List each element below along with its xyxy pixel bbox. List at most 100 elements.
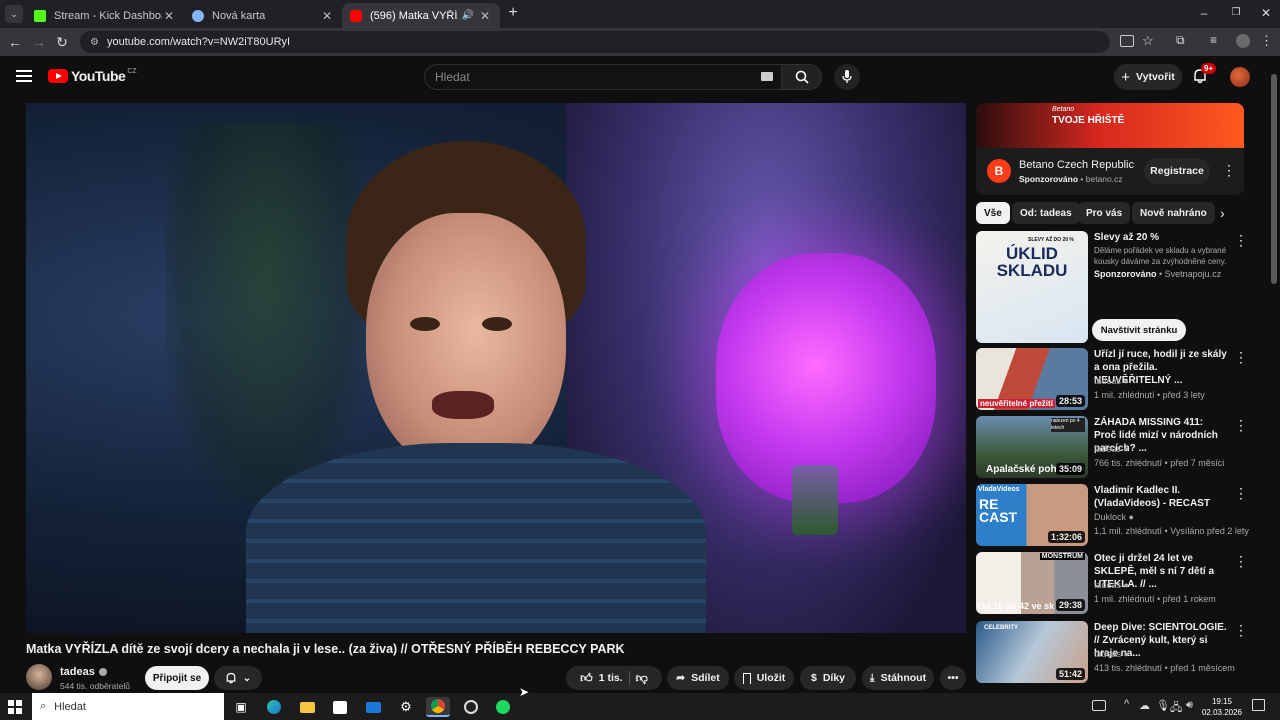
start-button[interactable]	[8, 700, 22, 714]
download-button[interactable]: ⤓ Stáhnout	[862, 666, 934, 690]
tray-onedrive-icon[interactable]: ☁	[1139, 699, 1150, 712]
create-button[interactable]: + Vytvořit	[1114, 64, 1182, 90]
tab-title: (596) Matka VYŘÍZLA dítě ze svojí dcery …	[370, 9, 458, 22]
voice-search-button[interactable]	[834, 64, 860, 90]
tray-microphone-icon[interactable]: 🎙︎	[1156, 699, 1170, 712]
tab-search-button[interactable]: ⌄	[5, 5, 23, 23]
store-icon[interactable]	[329, 697, 351, 717]
reload-button[interactable]: ↻	[53, 33, 71, 51]
video-player[interactable]	[26, 103, 966, 633]
share-label: Sdílet	[691, 672, 720, 684]
edge-icon[interactable]	[263, 697, 285, 717]
keyboard-icon[interactable]	[761, 72, 773, 81]
new-tab-button[interactable]: +	[504, 4, 522, 22]
more-icon[interactable]: ⋮	[1234, 233, 1248, 247]
media-control-icon[interactable]: ≡	[1210, 33, 1217, 47]
plant-leaves	[166, 123, 366, 503]
browser-tab-youtube[interactable]: (596) Matka VYŘÍZLA dítě ze svojí dcery …	[342, 3, 500, 28]
browser-tab-new[interactable]: Nová karta ✕	[184, 3, 342, 28]
window-close-button[interactable]: ✕	[1258, 6, 1274, 20]
like-button[interactable]: 👍︎ 1 tis.	[580, 671, 622, 686]
address-bar[interactable]: ⚙ youtube.com/watch?v=NW2iT80URyI	[80, 31, 1110, 53]
close-tab-icon[interactable]: ✕	[478, 9, 492, 23]
close-tab-icon[interactable]: ✕	[162, 9, 176, 23]
profile-icon[interactable]	[1236, 34, 1250, 48]
recommendation-item[interactable]: nalezen po 4 letech Apalačské pohoří 35:…	[976, 416, 1248, 478]
visit-site-button[interactable]: Navštívit stránku	[1092, 319, 1186, 341]
back-button[interactable]: ←	[6, 33, 24, 51]
kick-favicon-icon	[34, 9, 46, 22]
tray-keyboard-icon[interactable]	[1092, 700, 1106, 711]
chips-next-button[interactable]: ›	[1220, 205, 1225, 221]
join-button[interactable]: Připojit se	[145, 666, 209, 690]
guide-menu-icon[interactable]	[16, 70, 32, 82]
subscribed-notifications-button[interactable]: ⌄	[214, 666, 262, 690]
chip-all[interactable]: Vše	[976, 202, 1010, 224]
chip-for-you[interactable]: Pro vás	[1078, 202, 1131, 224]
like-count: 1 tis.	[598, 672, 623, 684]
forward-button[interactable]: →	[30, 33, 48, 51]
more-icon[interactable]: ⋮	[1234, 350, 1248, 364]
chip-label: Od: tadeas	[1020, 207, 1072, 219]
youtube-logo[interactable]: YouTube CZ	[48, 68, 137, 84]
browser-tab-kick[interactable]: Stream - Kick Dashboard ✕	[26, 3, 184, 28]
speaker-icon[interactable]: 🔊	[462, 10, 474, 21]
save-button[interactable]: Uložit	[734, 666, 794, 690]
ad-banner-brand: Betano	[1052, 106, 1075, 113]
site-info-icon[interactable]: ⚙	[90, 37, 99, 48]
divider	[628, 671, 630, 685]
install-app-icon[interactable]	[1120, 35, 1134, 47]
window-restore-button[interactable]: ❐	[1228, 6, 1244, 20]
tray-network-icon[interactable]: 🖧	[1170, 699, 1182, 718]
page-scrollbar[interactable]	[1270, 68, 1278, 690]
notifications-button[interactable]: 9+	[1192, 63, 1217, 86]
search-button[interactable]	[782, 64, 822, 90]
chip-new[interactable]: Nově nahráno	[1132, 202, 1215, 224]
ad-register-button[interactable]: Registrace	[1144, 158, 1210, 184]
tray-overflow-icon[interactable]: ^	[1124, 698, 1129, 710]
logo-text: YouTube	[71, 68, 126, 84]
dislike-button[interactable]: 👎︎	[636, 671, 648, 686]
plus-icon: +	[1121, 68, 1131, 86]
reload-icon: ↻	[56, 34, 68, 50]
thanks-button[interactable]: $ Díky	[800, 666, 856, 690]
share-button[interactable]: ➦ Sdílet	[667, 666, 729, 690]
chip-from-channel[interactable]: Od: tadeas	[1012, 202, 1080, 224]
recommendation-item[interactable]: MONSTRUM Od 18 do 42 ve sklepě 29:38 Ote…	[976, 552, 1248, 614]
more-icon[interactable]: ⋮	[1234, 554, 1248, 568]
window-minimize-button[interactable]: –	[1196, 6, 1212, 20]
account-avatar[interactable]	[1230, 67, 1250, 87]
close-tab-icon[interactable]: ✕	[320, 9, 334, 23]
ad-more-icon[interactable]: ⋮	[1222, 162, 1236, 179]
more-icon[interactable]: ⋮	[1234, 418, 1248, 432]
tray-volume-icon[interactable]: 🔊︎	[1186, 699, 1193, 712]
notification-center-icon[interactable]	[1252, 699, 1265, 711]
bookmark-star-icon[interactable]: ☆	[1142, 33, 1154, 49]
mail-icon[interactable]	[362, 697, 384, 717]
recommendation-item[interactable]: neuvěřitelné přežití 28:53 Uřízl jí ruce…	[976, 348, 1248, 410]
chrome-icon[interactable]	[426, 697, 450, 717]
channel-name[interactable]: tadeas	[60, 666, 107, 678]
recommendation-item[interactable]: VladaVideos RE CAST 1:32:06 Vladimír Kad…	[976, 484, 1249, 546]
ad-banner[interactable]: Betano TVOJE HŘIŠTĚ	[976, 103, 1244, 148]
search-input[interactable]: Hledat	[424, 64, 782, 90]
person-eye-left	[410, 317, 440, 331]
more-icon[interactable]: ⋮	[1234, 623, 1248, 637]
tab-title: Stream - Kick Dashboard	[54, 9, 162, 22]
settings-icon[interactable]: ⚙	[395, 697, 417, 717]
more-actions-button[interactable]: •••	[940, 666, 966, 690]
spotify-icon[interactable]	[492, 697, 514, 717]
channel-avatar[interactable]	[26, 664, 52, 690]
sponsored-card[interactable]: SLEVY AŽ DO 20 % ÚKLID SKLADU Slevy až 2…	[976, 231, 1248, 343]
file-explorer-icon[interactable]	[296, 697, 318, 717]
more-icon[interactable]: ⋮	[1234, 486, 1248, 500]
recommendation-item[interactable]: CELEBRITY 51:42 Deep Dive: SCIENTOLOGIE.…	[976, 621, 1248, 683]
task-view-icon[interactable]: ▣	[230, 697, 252, 717]
browser-menu-icon[interactable]: ⋮	[1260, 33, 1273, 49]
obs-icon[interactable]	[460, 697, 482, 717]
extensions-icon[interactable]: ⧉	[1176, 33, 1185, 48]
scrollbar-thumb[interactable]	[1271, 74, 1277, 284]
ad-domain: betano.cz	[1085, 174, 1123, 184]
clock[interactable]: 19:15 02.03.2026	[1196, 696, 1248, 718]
taskbar-search-input[interactable]: ⌕ Hledat	[32, 693, 224, 720]
